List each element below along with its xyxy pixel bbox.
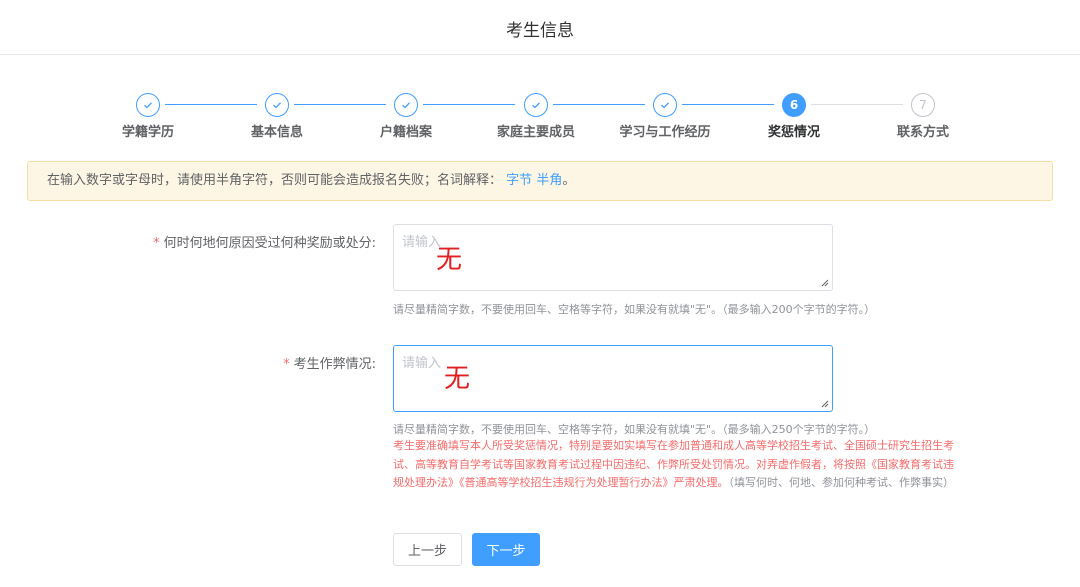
handwritten-value: 无 (444, 364, 471, 394)
step-label-experience: 学习与工作经历 (619, 125, 711, 140)
step-label-basic-info: 基本信息 (250, 125, 303, 140)
field-label-text: 何时何地何原因受过何种奖励或处分: (163, 236, 376, 251)
field-label-text: 考生作弊情况: (293, 357, 376, 372)
prev-step-button[interactable]: 上一步 (393, 533, 462, 566)
handwritten-value: 无 (436, 245, 463, 275)
required-mark: * (283, 357, 290, 372)
step-label-rewards: 奖惩情况 (767, 125, 820, 140)
required-mark: * (153, 236, 160, 251)
step-label-academic: 学籍学历 (121, 125, 174, 140)
alert-text: 在输入数字或字母时，请使用半角字符，否则可能会造成报名失败；名词解释： (47, 173, 503, 188)
resize-handle-icon[interactable] (821, 279, 829, 287)
link-byte[interactable]: 字节 (506, 173, 532, 188)
step-connector (294, 104, 386, 105)
page-title: 考生信息 (506, 21, 574, 41)
link-half-width[interactable]: 半角 (536, 173, 562, 188)
step-number-wait: 7 (911, 93, 935, 117)
resize-handle-icon[interactable] (821, 400, 829, 408)
check-icon (394, 93, 418, 117)
cheating-textarea[interactable]: 请输入 无 (393, 345, 833, 412)
step-connector (423, 104, 515, 105)
rewards-textarea[interactable]: 请输入 无 (393, 224, 833, 291)
field-hint: 请尽量精简字数，不要使用回车、空格等字符，如果没有就填"无"。（最多输入200个… (393, 303, 876, 316)
step-connector (811, 104, 903, 105)
check-icon (653, 93, 677, 117)
field-hint: 请尽量精简字数，不要使用回车、空格等字符，如果没有就填"无"。（最多输入250个… (393, 423, 876, 436)
next-step-button[interactable]: 下一步 (472, 533, 540, 566)
field-label-cheating: * 考生作弊情况: (240, 353, 376, 372)
warning-text: 考生要准确填写本人所受奖惩情况，特别是要如实填写在参加普通和成人高等学校招生考试… (393, 437, 958, 493)
step-label-contact: 联系方式 (896, 125, 949, 140)
notice-alert: 在输入数字或字母时，请使用半角字符，否则可能会造成报名失败；名词解释： 字节 半… (27, 161, 1053, 201)
warning-note: （填写何时、何地、参加何种考试、作弊事实） (728, 476, 955, 489)
progress-steps: 学籍学历 基本信息 户籍档案 家庭主要成员 学习与工作经历 6 奖惩情况 7 联… (0, 90, 1080, 150)
step-connector (165, 104, 257, 105)
check-icon (265, 93, 289, 117)
textarea-placeholder: 请输入 (402, 356, 442, 371)
field-label-rewards: * 何时何地何原因受过何种奖励或处分: (140, 232, 376, 251)
step-connector (682, 104, 774, 105)
check-icon (136, 93, 160, 117)
check-icon (524, 93, 548, 117)
step-number-active: 6 (782, 93, 806, 117)
step-label-family: 家庭主要成员 (496, 125, 575, 140)
alert-tail: 。 (562, 173, 576, 188)
page-header: 考生信息 (0, 0, 1080, 55)
step-label-household: 户籍档案 (379, 125, 432, 140)
step-connector (553, 104, 645, 105)
